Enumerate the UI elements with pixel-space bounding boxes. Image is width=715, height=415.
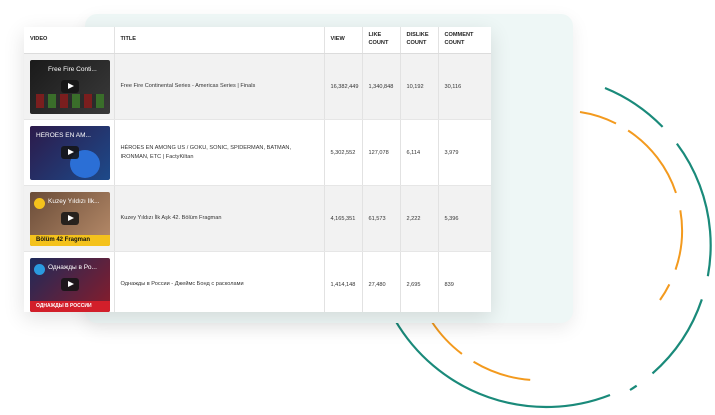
video-stats-table: VIDEO TITLE VIEW LIKE COUNT DISLIKE COUN… <box>24 27 491 312</box>
thumbnail-title: Kuzey Yıldızı İlk... <box>48 197 100 205</box>
thumbnail-title: Однажды в Ро... <box>48 263 97 271</box>
teal-arc-bottom <box>394 319 611 409</box>
channel-badge-icon <box>34 197 45 209</box>
dislike-count: 2,222 <box>400 185 439 252</box>
dislike-count: 10,192 <box>400 53 439 120</box>
video-thumbnail[interactable]: Free Fire Conti... <box>30 59 110 114</box>
orange-arc-bottom <box>431 321 566 382</box>
header-view: VIEW <box>324 27 363 54</box>
comment-count: 3,979 <box>438 119 491 186</box>
table-row: Однажды в Ро... ОДНАЖДЫ В РОССИИ Однажды… <box>24 251 491 312</box>
orange-arc <box>579 111 684 301</box>
view-count: 5,302,552 <box>324 119 363 186</box>
play-icon[interactable] <box>61 145 79 159</box>
play-icon[interactable] <box>61 79 79 93</box>
table-row: HÉROES EN AM... HÉROES EN AMONG US / GOK… <box>24 119 491 186</box>
header-comment-count: COMMENT COUNT <box>438 27 491 54</box>
play-icon[interactable] <box>61 277 79 291</box>
teal-arc-outer <box>604 86 712 391</box>
channel-badge-icon <box>34 263 45 275</box>
thumbnail-title: HÉROES EN AM... <box>36 131 91 139</box>
dislike-count: 2,695 <box>400 251 439 312</box>
video-thumbnail[interactable]: Kuzey Yıldızı İlk... Bölüm 42 Fragman <box>30 191 110 246</box>
comment-count: 839 <box>438 251 491 312</box>
video-title: Free Fire Continental Series - Americas … <box>114 53 325 120</box>
header-video: VIDEO <box>24 27 115 54</box>
like-count: 1,340,848 <box>362 53 401 120</box>
video-thumbnail[interactable]: HÉROES EN AM... <box>30 125 110 180</box>
dislike-count: 6,114 <box>400 119 439 186</box>
table-header-row: VIDEO TITLE VIEW LIKE COUNT DISLIKE COUN… <box>24 27 491 54</box>
comment-count: 5,396 <box>438 185 491 252</box>
video-title: HÉROES EN AMONG US / GOKU, SONIC, SPIDER… <box>114 119 325 186</box>
header-like-count: LIKE COUNT <box>362 27 401 54</box>
thumbnail-caption: Bölüm 42 Fragman <box>30 234 110 246</box>
view-count: 4,165,351 <box>324 185 363 252</box>
like-count: 61,573 <box>362 185 401 252</box>
video-title: Kuzey Yıldızı İlk Aşk 42. Bölüm Fragman <box>114 185 325 252</box>
video-thumbnail[interactable]: Однажды в Ро... ОДНАЖДЫ В РОССИИ <box>30 257 110 312</box>
header-dislike-count: DISLIKE COUNT <box>400 27 439 54</box>
view-count: 16,382,449 <box>324 53 363 120</box>
table-row: Kuzey Yıldızı İlk... Bölüm 42 Fragman Ku… <box>24 185 491 252</box>
play-icon[interactable] <box>61 211 79 225</box>
video-stats-table-panel: VIDEO TITLE VIEW LIKE COUNT DISLIKE COUN… <box>24 27 491 312</box>
video-title: Однажды в России - Джеймс Бонд с раскола… <box>114 251 325 312</box>
header-title: TITLE <box>114 27 325 54</box>
like-count: 27,480 <box>362 251 401 312</box>
like-count: 127,078 <box>362 119 401 186</box>
comment-count: 30,116 <box>438 53 491 120</box>
view-count: 1,414,148 <box>324 251 363 312</box>
table-row: Free Fire Conti... Free Fire Continental… <box>24 53 491 120</box>
thumbnail-title: Free Fire Conti... <box>48 65 97 73</box>
thumbnail-caption: ОДНАЖДЫ В РОССИИ <box>30 300 110 312</box>
